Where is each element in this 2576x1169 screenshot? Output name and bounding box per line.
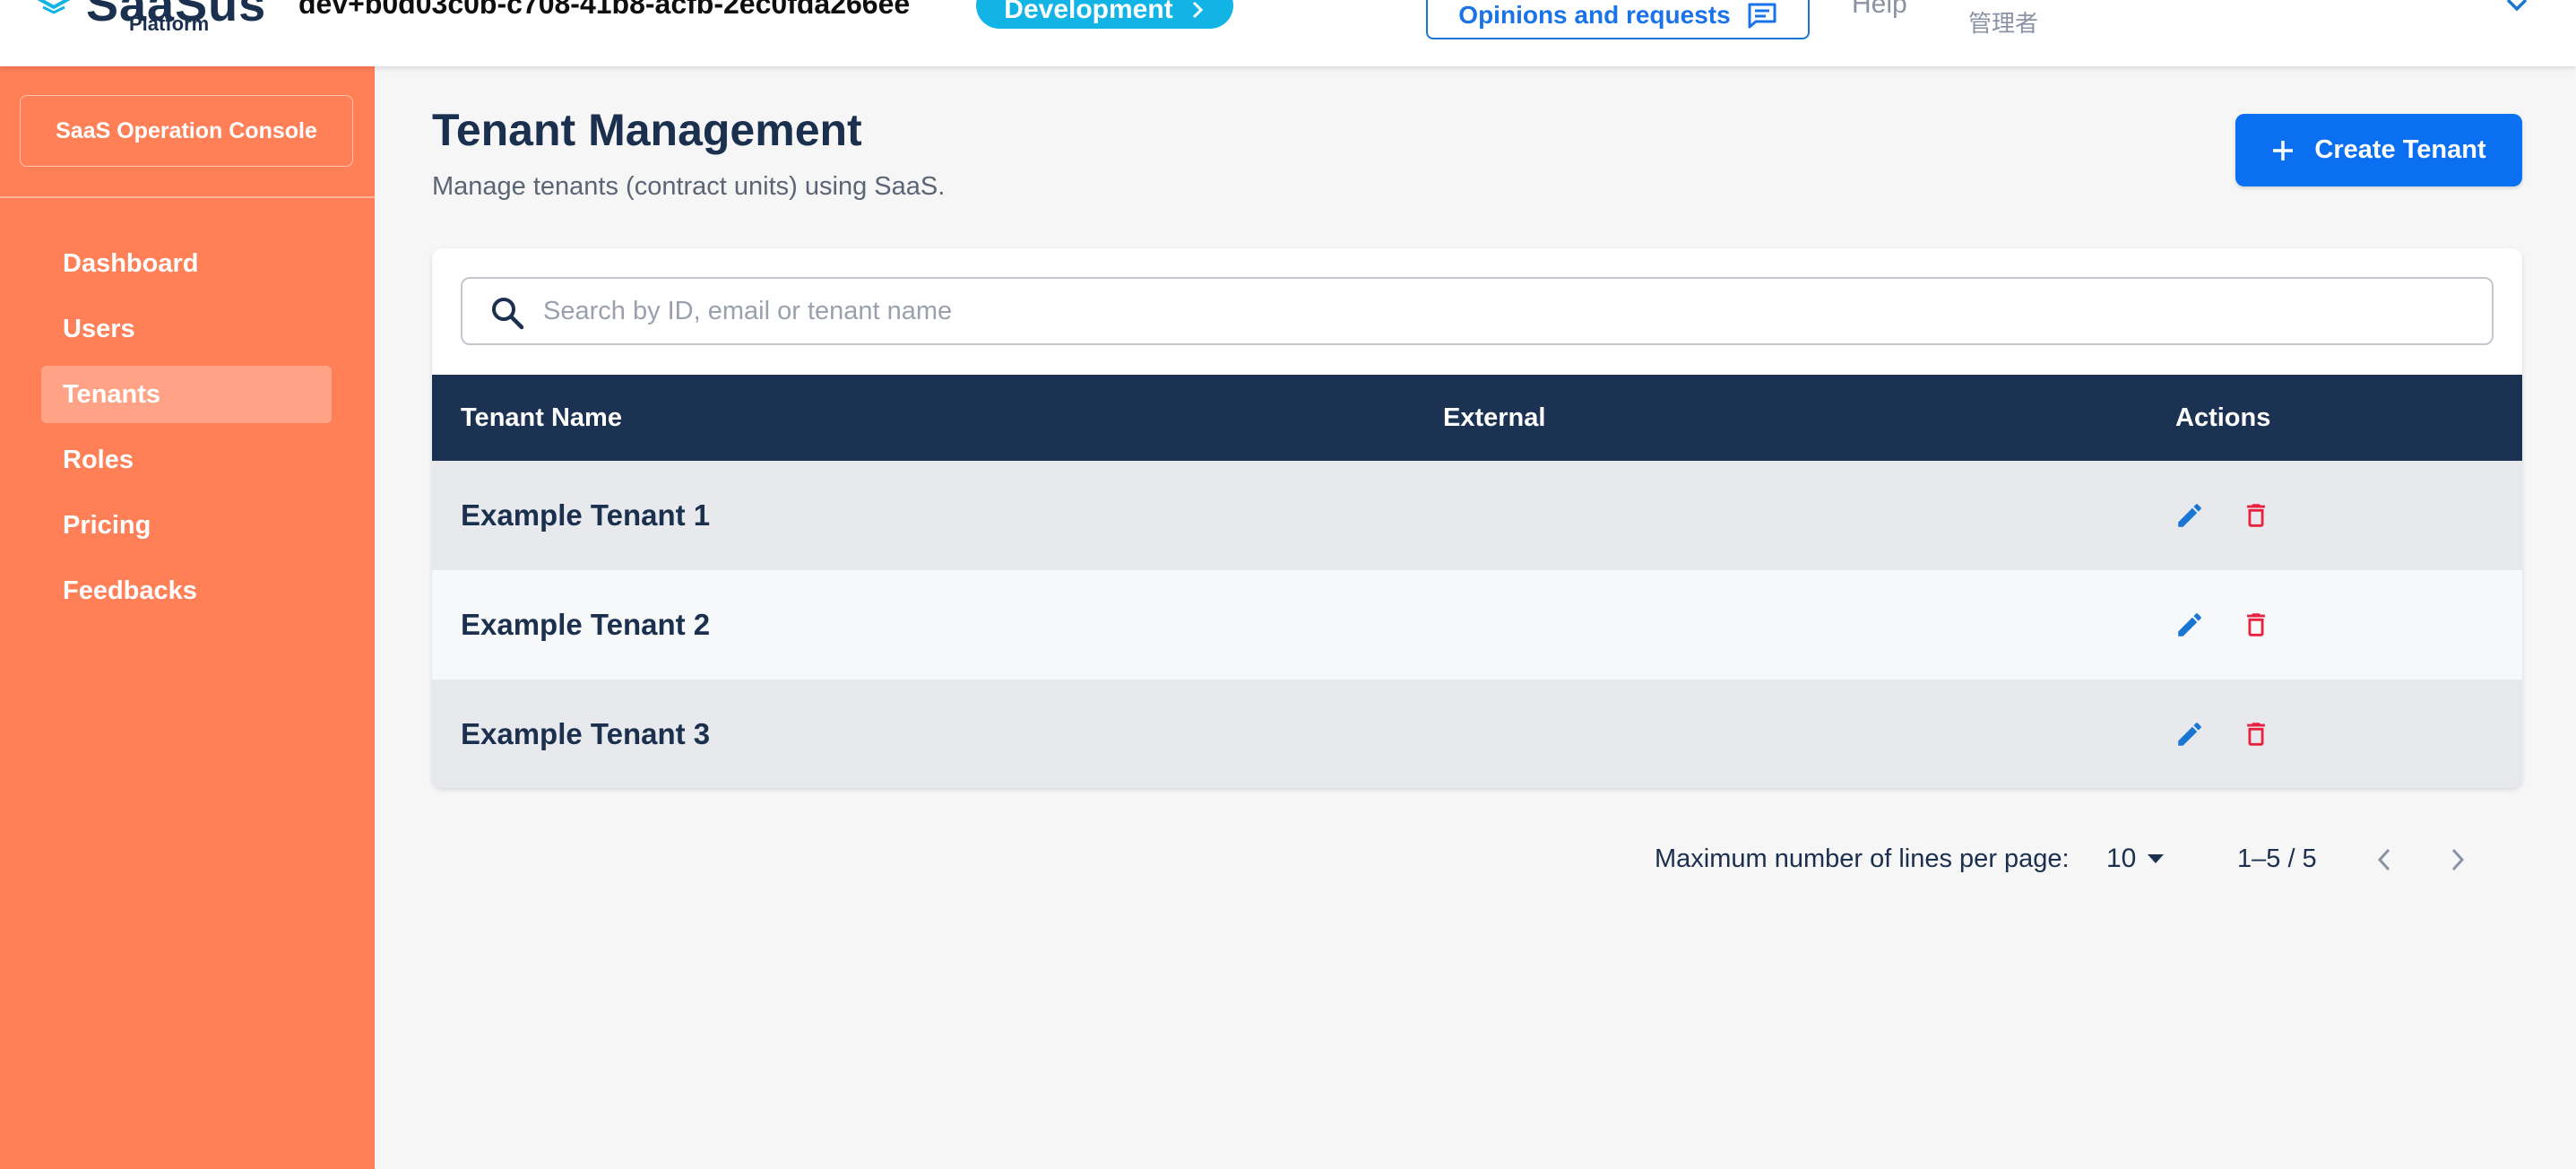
page-subtitle: Manage tenants (contract units) using Sa… [432,172,946,201]
delete-button[interactable] [2239,608,2273,642]
rows-per-page-value: 10 [2106,844,2137,873]
row-actions [2173,570,2273,680]
help-link[interactable]: Help [1852,0,1907,20]
trash-icon [2247,613,2265,636]
table-header: Tenant Name External Actions [432,375,2522,461]
sidebar-item-pricing[interactable]: Pricing [41,497,332,554]
delete-button[interactable] [2239,498,2273,533]
rows-per-page-select[interactable]: 10 [2106,841,2171,877]
previous-page-icon[interactable] [2373,844,2395,875]
sidebar-item-dashboard[interactable]: Dashboard [41,235,332,292]
next-page-icon[interactable] [2447,844,2468,875]
trash-icon [2247,504,2265,527]
user-name[interactable]: 管理者 [1968,5,2038,39]
page-title: Tenant Management [432,105,862,155]
sidebar-item-feedbacks[interactable]: Feedbacks [41,562,332,619]
search-icon [492,298,524,330]
chat-icon [1748,3,1776,29]
sidebar-item-roles[interactable]: Roles [41,431,332,489]
edit-button[interactable] [2173,717,2207,751]
row-actions [2173,461,2273,570]
search-input[interactable] [543,286,2470,336]
environment-id: dev+b0d03c0b-c708-41b8-acfb-2ec0fda266ee [298,0,911,20]
caret-down-icon [2148,854,2165,863]
tenant-table: Tenant Name External Actions Example Ten… [432,375,2522,788]
column-header-actions: Actions [2175,403,2271,432]
edit-button[interactable] [2173,498,2207,533]
table-row[interactable]: Example Tenant 2 [432,570,2522,680]
chevron-right-icon [1192,1,1203,19]
sidebar-nav: Dashboard Users Tenants Roles Pricing Fe… [41,235,332,628]
saas-operation-console-button[interactable]: SaaS Operation Console [20,95,353,167]
tenant-table-card: Tenant Name External Actions Example Ten… [432,248,2522,788]
sidebar: SaaS Operation Console Dashboard Users T… [0,66,375,1169]
pencil-icon [2178,723,2201,746]
sidebar-item-users[interactable]: Users [41,300,332,358]
edit-button[interactable] [2173,608,2207,642]
tenant-name-cell: Example Tenant 3 [461,717,711,750]
plus-icon [2273,140,2294,160]
row-actions [2173,680,2273,788]
column-header-tenant-name[interactable]: Tenant Name [461,375,622,461]
trash-icon [2247,723,2265,746]
table-row[interactable]: Example Tenant 1 [432,461,2522,570]
delete-button[interactable] [2239,717,2273,751]
rows-per-page-label: Maximum number of lines per page: [1655,844,2070,873]
feedback-button-label: Opinions and requests [1458,1,1731,29]
top-header: SaaSus Platform dev+b0d03c0b-c708-41b8-a… [0,0,2576,66]
sidebar-divider [0,196,375,198]
environment-badge-label: Development [1004,0,1173,24]
table-row[interactable]: Example Tenant 3 [432,680,2522,788]
pagination-range: 1–5 / 5 [2237,844,2317,873]
create-tenant-button[interactable]: Create Tenant [2235,114,2522,186]
logo-icon [37,0,71,14]
tenant-name-cell: Example Tenant 2 [461,608,711,641]
saasus-logo[interactable]: SaaSus Platform [36,0,269,63]
pencil-icon [2178,613,2201,636]
chevron-down-icon[interactable] [2504,0,2529,14]
logo-subtitle: Platform [129,13,210,35]
column-header-external[interactable]: External [1443,375,1545,461]
tenant-name-cell: Example Tenant 1 [461,498,711,532]
sidebar-item-tenants[interactable]: Tenants [41,366,332,423]
search-box[interactable] [461,277,2494,345]
feedback-button[interactable]: Opinions and requests [1426,0,1810,39]
create-tenant-label: Create Tenant [2314,135,2486,164]
environment-badge[interactable]: Development [976,0,1233,29]
pencil-icon [2178,504,2201,527]
